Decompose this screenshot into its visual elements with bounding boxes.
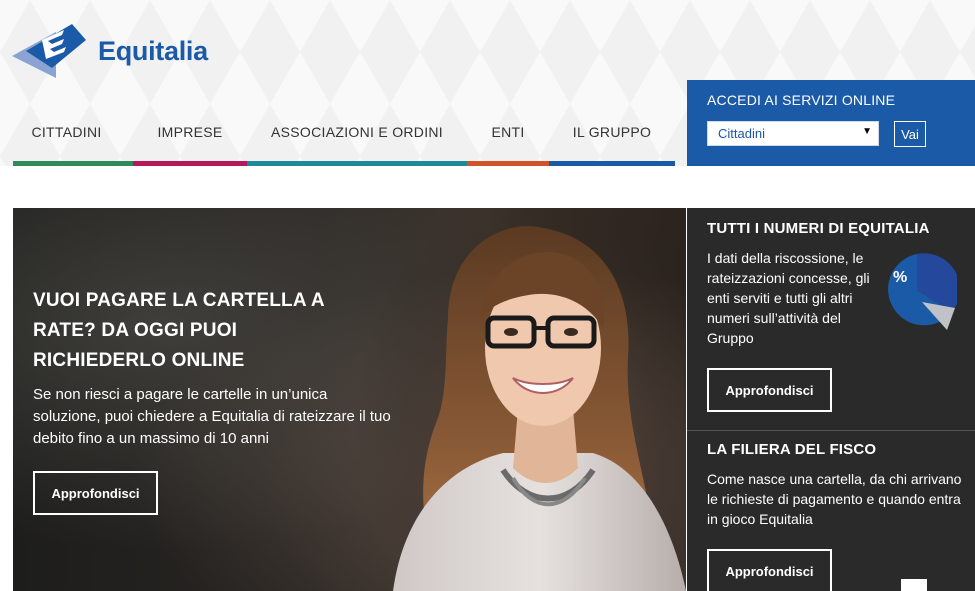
nav-item-associazioni[interactable]: ASSOCIAZIONI E ORDINI: [247, 108, 467, 166]
nav-item-enti[interactable]: ENTI: [467, 108, 549, 166]
main-nav: CITTADINI IMPRESE ASSOCIAZIONI E ORDINI …: [0, 108, 675, 166]
dropdown-arrow-icon: ▼: [862, 126, 872, 137]
logo[interactable]: Equitalia: [12, 24, 208, 78]
nav-color-bar: [133, 161, 247, 166]
brand-name: Equitalia: [98, 35, 208, 66]
percent-pie-icon: %: [888, 253, 957, 330]
online-services-title: ACCEDI AI SERVIZI ONLINE: [707, 92, 896, 108]
numbers-learn-more-button[interactable]: Approfondisci: [707, 368, 832, 412]
nav-label: ENTI: [491, 124, 525, 140]
fiscal-chain-panel-title: LA FILIERA DEL FISCO: [707, 441, 877, 458]
go-button[interactable]: Vai: [894, 121, 926, 147]
numbers-panel-text: I dati della riscossione, le rateizzazio…: [707, 250, 870, 346]
user-type-select[interactable]: Cittadini ▼: [707, 121, 879, 146]
woman-photo: [353, 208, 686, 591]
fiscal-chain-panel-text: Come nasce una cartella, da chi arrivano…: [707, 471, 962, 527]
nav-label: IMPRESE: [157, 124, 223, 140]
numbers-panel-title: TUTTI I NUMERI DI EQUITALIA: [707, 220, 930, 237]
hero-banner: VUOI PAGARE LA CARTELLA A RATE? DA OGGI …: [13, 208, 686, 591]
nav-color-bar: [467, 161, 549, 166]
equitalia-logo-icon: [12, 24, 86, 78]
fiscal-chain-learn-more-button[interactable]: Approfondisci: [707, 549, 832, 591]
numbers-panel: TUTTI I NUMERI DI EQUITALIA I dati della…: [687, 208, 975, 430]
scroll-indicator: [901, 579, 927, 591]
nav-color-bar: [549, 161, 675, 166]
hero-learn-more-button[interactable]: Approfondisci: [33, 471, 158, 515]
nav-label: CITTADINI: [31, 124, 102, 140]
nav-color-bar: [247, 161, 467, 166]
svg-text:%: %: [893, 269, 907, 286]
nav-label: ASSOCIAZIONI E ORDINI: [271, 124, 443, 140]
hero-description: Se non riesci a pagare le cartelle in un…: [33, 386, 391, 447]
nav-label: IL GRUPPO: [572, 124, 652, 140]
nav-color-bar: [13, 161, 133, 166]
nav-item-cittadini[interactable]: CITTADINI: [0, 108, 133, 166]
fiscal-chain-panel: LA FILIERA DEL FISCO Come nasce una cart…: [687, 431, 975, 591]
site-header: Equitalia CITTADINI IMPRESE ASSOCIAZIONI…: [0, 0, 975, 166]
nav-item-il-gruppo[interactable]: IL GRUPPO: [549, 108, 675, 166]
nav-item-imprese[interactable]: IMPRESE: [133, 108, 247, 166]
user-type-value: Cittadini: [718, 126, 765, 141]
online-services-panel: ACCEDI AI SERVIZI ONLINE Cittadini ▼ Vai: [687, 80, 975, 166]
hero-title: VUOI PAGARE LA CARTELLA A RATE? DA OGGI …: [33, 290, 325, 371]
